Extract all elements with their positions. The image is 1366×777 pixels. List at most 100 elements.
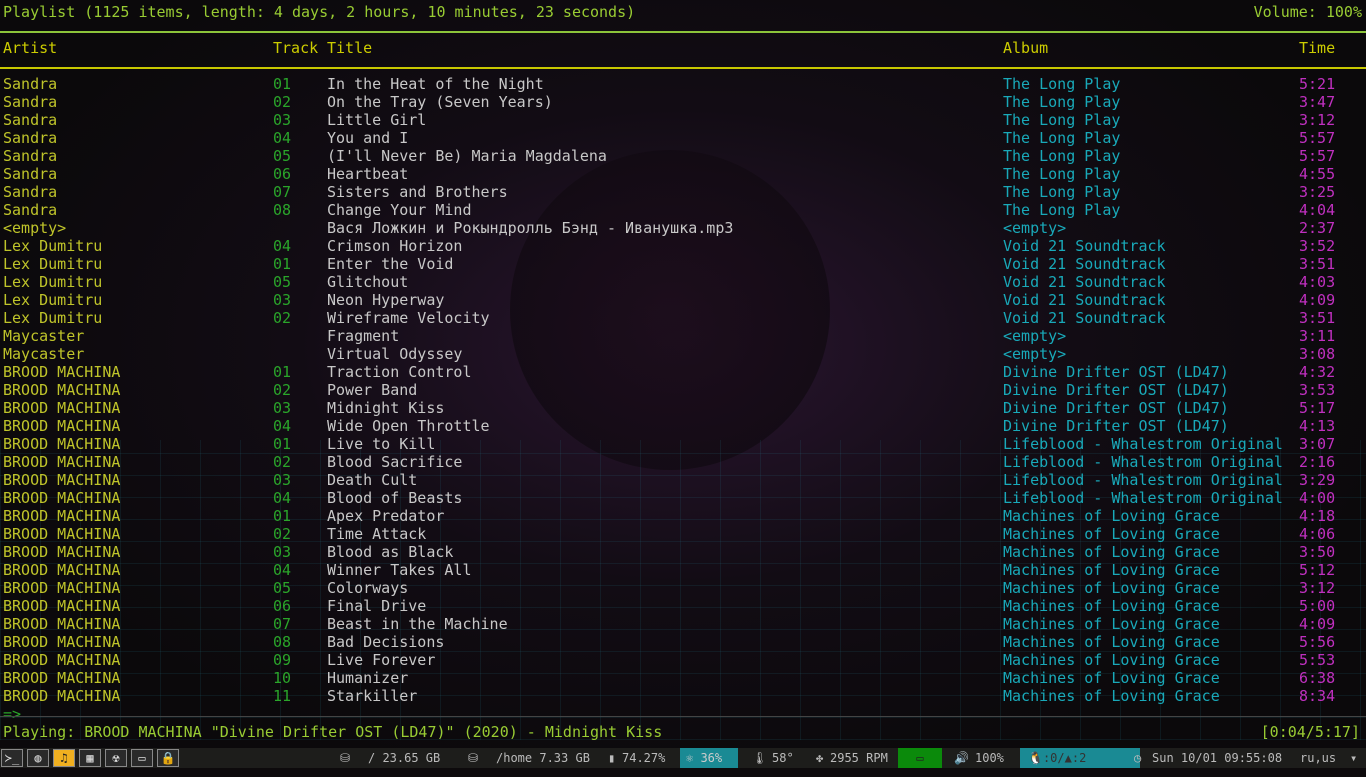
playlist-row[interactable]: Lex Dumitru 04 Crimson Horizon Void 21 Soun… [0, 237, 1366, 255]
keyboard-layout[interactable]: ru,us [1300, 748, 1336, 768]
workspace-browser-icon[interactable]: ◍ [27, 749, 49, 767]
cell-artist: BROOD MACHINA [3, 381, 121, 399]
playlist-row[interactable]: Sandra 06 Heartbeat The Long Play 4:55 [0, 165, 1366, 183]
playlist-row[interactable]: BROOD MACHINA 04 Wide Open Throttle Divine … [0, 417, 1366, 435]
cell-title: (I'll Never Be) Maria Magdalena [327, 147, 607, 165]
cell-album: Void 21 Soundtrack [1003, 255, 1166, 273]
cell-artist: <empty> [3, 219, 67, 237]
playlist-row[interactable]: BROOD MACHINA 04 Blood of Beasts Lifeblood … [0, 489, 1366, 507]
playlist-row[interactable]: BROOD MACHINA 09 Live Forever Machines of L… [0, 651, 1366, 669]
playlist-row[interactable]: BROOD MACHINA 01 Apex Predator Machines of … [0, 507, 1366, 525]
cell-title: Fragment [327, 327, 400, 345]
playlist-row[interactable]: Sandra 07 Sisters and Brothers The Long Pla… [0, 183, 1366, 201]
cell-track: 01 [273, 435, 292, 453]
playlist-row[interactable]: BROOD MACHINA 02 Time Attack Machines of Lo… [0, 525, 1366, 543]
playlist-row[interactable]: BROOD MACHINA 03 Midnight Kiss Divine Drift… [0, 399, 1366, 417]
playlist-row[interactable]: BROOD MACHINA 05 Colorways Machines of Lovi… [0, 579, 1366, 597]
cell-title: Time Attack [327, 525, 427, 543]
playlist-row[interactable]: Sandra 04 You and I The Long Play 5:57 [0, 129, 1366, 147]
playlist-row[interactable]: BROOD MACHINA 10 Humanizer Machines of Lovi… [0, 669, 1366, 687]
cell-album: Machines of Loving Grace [1003, 687, 1220, 705]
root-disk: / 23.65 GB [368, 751, 441, 765]
cell-title: Change Your Mind [327, 201, 472, 219]
cell-track: 02 [273, 525, 292, 543]
cell-title: Starkiller [327, 687, 418, 705]
cell-track: 04 [273, 489, 292, 507]
cell-track: 06 [273, 165, 292, 183]
playlist-row[interactable]: BROOD MACHINA 07 Beast in the Machine Machi… [0, 615, 1366, 633]
workspace-video-icon[interactable]: ▦ [79, 749, 101, 767]
playlist-row[interactable]: BROOD MACHINA 02 Power Band Divine Drifter … [0, 381, 1366, 399]
playlist-row[interactable]: BROOD MACHINA 11 Starkiller Machines of Lov… [0, 687, 1366, 705]
cell-album: Divine Drifter OST (LD47) [1003, 381, 1229, 399]
playlist-row[interactable]: Sandra 05 (I'll Never Be) Maria Magdalena T… [0, 147, 1366, 165]
cell-artist: Lex Dumitru [3, 255, 103, 273]
playlist-row[interactable]: BROOD MACHINA 08 Bad Decisions Machines of … [0, 633, 1366, 651]
playlist-row[interactable]: BROOD MACHINA 03 Death Cult Lifeblood - Wha… [0, 471, 1366, 489]
thermometer-icon: 🌡 [752, 751, 768, 765]
clock[interactable]: Sun 10/01 09:55:08 [1152, 748, 1282, 768]
cell-album: Lifeblood - Whalestrom Original [1003, 489, 1283, 507]
battery: 74.27% [622, 751, 666, 765]
cell-time: 6:38 [1299, 669, 1336, 687]
cell-time: 5:56 [1299, 633, 1336, 651]
cell-album: Machines of Loving Grace [1003, 651, 1220, 669]
cell-title: Midnight Kiss [327, 399, 445, 417]
column-time[interactable]: Time [1299, 39, 1335, 57]
cell-track: 05 [273, 579, 292, 597]
workspace-music-icon[interactable]: ♫ [53, 749, 75, 767]
cell-artist: BROOD MACHINA [3, 417, 121, 435]
cell-title: Live to Kill [327, 435, 436, 453]
battery-icon: ▮ [608, 751, 616, 765]
now-playing: Playing: BROOD MACHINA "Divine Drifter O… [3, 723, 663, 741]
cell-artist: BROOD MACHINA [3, 597, 121, 615]
linux-icon: 🐧 [1028, 751, 1043, 765]
workspace-terminal-icon[interactable]: ≻_ [1, 749, 23, 767]
speaker-icon[interactable]: 🔊 [954, 748, 969, 768]
playlist-row[interactable]: <empty> Вася Ложкин и Рокындролль Бэнд - … [0, 219, 1366, 237]
volume[interactable]: 100% [975, 748, 1004, 768]
playlist-row[interactable]: BROOD MACHINA 04 Winner Takes All Machines … [0, 561, 1366, 579]
prompt-arrow: => [3, 705, 22, 723]
cell-track: 03 [273, 543, 292, 561]
playlist-row[interactable]: Lex Dumitru 02 Wireframe Velocity Void 21 S… [0, 309, 1366, 327]
playlist-row[interactable]: Lex Dumitru 03 Neon Hyperway Void 21 Soundt… [0, 291, 1366, 309]
tray-toggle-icon[interactable]: ▾ [1350, 748, 1357, 768]
playlist-row[interactable]: BROOD MACHINA 03 Blood as Black Machines of… [0, 543, 1366, 561]
cell-time: 5:00 [1299, 597, 1336, 615]
playlist-header: Playlist (1125 items, length: 4 days, 2 … [0, 3, 1366, 21]
workspace-desktop-icon[interactable]: ▭ [131, 749, 153, 767]
column-artist[interactable]: Artist [3, 39, 57, 57]
cell-album: Void 21 Soundtrack [1003, 291, 1166, 309]
playlist-row[interactable]: Sandra 02 On the Tray (Seven Years) The Lon… [0, 93, 1366, 111]
column-track[interactable]: Track [273, 39, 318, 57]
playlist-row[interactable]: Maycaster Virtual Odyssey <empty> 3:08 [0, 345, 1366, 363]
playlist-row[interactable]: BROOD MACHINA 01 Live to Kill Lifeblood - W… [0, 435, 1366, 453]
playlist-row[interactable]: Maycaster Fragment <empty> 3:11 [0, 327, 1366, 345]
cell-artist: BROOD MACHINA [3, 471, 121, 489]
playlist-row[interactable]: Sandra 01 In the Heat of the Night The Long… [0, 75, 1366, 93]
playlist-row[interactable]: BROOD MACHINA 06 Final Drive Machines of Lo… [0, 597, 1366, 615]
cpu: 36% [700, 751, 723, 765]
playlist-row[interactable]: BROOD MACHINA 02 Blood Sacrifice Lifeblood … [0, 453, 1366, 471]
cell-time: 4:06 [1299, 525, 1336, 543]
cell-album: The Long Play [1003, 111, 1121, 129]
workspace-radiation-icon[interactable]: ☢ [105, 749, 127, 767]
workspace-lock-icon[interactable]: 🔒 [157, 749, 179, 767]
playlist-row[interactable]: BROOD MACHINA 01 Traction Control Divine Dr… [0, 363, 1366, 381]
command-prompt[interactable]: => [0, 705, 1366, 723]
cell-time: 5:21 [1299, 75, 1336, 93]
playlist-summary: Playlist (1125 items, length: 4 days, 2 … [3, 3, 636, 21]
playlist-row[interactable]: Lex Dumitru 05 Glitchout Void 21 Soundtrack… [0, 273, 1366, 291]
playlist-row[interactable]: Sandra 08 Change Your Mind The Long Play 4:0… [0, 201, 1366, 219]
cell-title: Neon Hyperway [327, 291, 445, 309]
cell-artist: Sandra [3, 111, 58, 129]
column-title[interactable]: Title [327, 39, 372, 57]
column-album[interactable]: Album [1003, 39, 1048, 57]
playlist-row[interactable]: Sandra 03 Little Girl The Long Play 3:12 [0, 111, 1366, 129]
playlist-row[interactable]: Lex Dumitru 01 Enter the Void Void 21 Sound… [0, 255, 1366, 273]
cell-track: 10 [273, 669, 292, 687]
cell-album: The Long Play [1003, 129, 1121, 147]
cell-album: The Long Play [1003, 201, 1121, 219]
cell-title: Wireframe Velocity [327, 309, 490, 327]
